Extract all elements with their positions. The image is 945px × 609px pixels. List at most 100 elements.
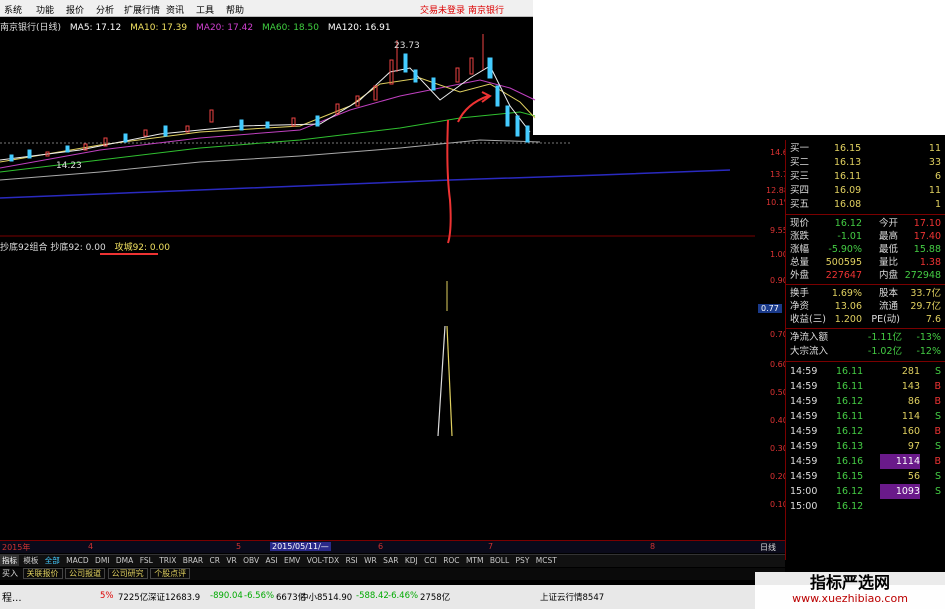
- tab[interactable]: VOL-TDX: [305, 556, 341, 565]
- tab[interactable]: BRAR: [181, 556, 205, 565]
- order-price: 16.15: [834, 143, 862, 154]
- high-label: 23.73: [394, 41, 420, 51]
- tab[interactable]: OBV: [241, 556, 261, 565]
- status-item: 2758亿: [420, 593, 451, 603]
- status-item: 5%: [100, 591, 114, 601]
- tab[interactable]: DMA: [114, 556, 135, 565]
- quote-stats: 现价 16.12 今开 17.10 涨跌 -1.01 最高 17.40 涨幅 -5.90% 最低…: [786, 215, 945, 285]
- tick-row: 14:59 16.15 56 S: [790, 471, 941, 482]
- indicator-tabs: 指标 模板 全部 MACD DMI DMA FSL TRIX BRAR CR V…: [0, 554, 785, 567]
- order-label: 买五: [790, 199, 810, 210]
- tab[interactable]: EMV: [282, 556, 302, 565]
- order-price: 16.09: [834, 185, 862, 196]
- status-item: -6.56%: [244, 591, 275, 601]
- date-label-selected: 2015/05/11/—: [270, 542, 331, 551]
- date-label: 4: [88, 542, 94, 551]
- bottom-tab[interactable]: 公司研究: [107, 568, 148, 579]
- tab[interactable]: BOLL: [488, 556, 511, 565]
- watermark-url: www.xuezhibiao.com: [792, 592, 908, 605]
- tab[interactable]: MCST: [534, 556, 559, 565]
- ticker[interactable]: 上证云行情8547: [540, 591, 604, 603]
- order-label: 买一: [790, 143, 810, 154]
- order-price: 16.08: [834, 199, 862, 210]
- quote-row: 涨幅 -5.90% 最低 15.88: [790, 244, 941, 255]
- date-label: 2015年: [2, 543, 31, 552]
- order-row[interactable]: 买二 16.13 33: [790, 156, 941, 170]
- flow-row: 大宗流入 -1.02亿 -12%: [790, 346, 941, 357]
- order-vol: 33: [928, 157, 941, 168]
- tab[interactable]: VR: [224, 556, 238, 565]
- quote-row: 涨跌 -1.01 最高 17.40: [790, 231, 941, 242]
- status-item: 7225亿: [118, 593, 149, 603]
- tab[interactable]: ASI: [263, 556, 279, 565]
- order-row[interactable]: 买五 16.08 1: [790, 198, 941, 212]
- ind-axis-label-highlight: 0.77: [758, 304, 782, 313]
- bottom-tab[interactable]: 个股点评: [150, 568, 191, 579]
- tab[interactable]: 指标: [0, 555, 19, 566]
- tick-row: 15:00 16.12 1093 S: [790, 484, 941, 499]
- date-label: 6: [378, 542, 384, 551]
- quote-row: 收益(三) 1.200 PE(动) 7.6: [790, 314, 941, 325]
- order-label: 买四: [790, 185, 810, 196]
- tick-row: 14:59 16.13 97 S: [790, 441, 941, 452]
- tab[interactable]: DMI: [93, 556, 111, 565]
- order-vol: 1: [934, 199, 941, 210]
- tick-row: 14:59 16.11 114 S: [790, 411, 941, 422]
- tick-row: 14:59 16.16 1114 B: [790, 454, 941, 469]
- quote-row: 总量 500595 量比 1.38: [790, 257, 941, 268]
- flow-row: 净流入额 -1.11亿 -13%: [790, 332, 941, 343]
- order-vol: 6: [934, 171, 941, 182]
- tab[interactable]: RSI: [344, 556, 360, 565]
- bottom-tab[interactable]: 公司报道: [65, 568, 106, 579]
- status-item: -588.42: [356, 591, 389, 601]
- quote-row: 换手 1.69% 股本 33.7亿: [790, 288, 941, 299]
- tab[interactable]: FSL: [138, 556, 155, 565]
- status-item: 深证12683.9: [148, 593, 201, 603]
- date-label: 8: [650, 542, 656, 551]
- order-row[interactable]: 买三 16.11 6: [790, 170, 941, 184]
- tab[interactable]: CR: [208, 556, 222, 565]
- tick-row: 14:59 16.11 281 S: [790, 366, 941, 377]
- quote-panel: 买一 16.15 11 买二 16.13 33 买三 16.11 6 买四 16.09 11 买…: [785, 140, 945, 560]
- tick-row: 14:59 16.11 143 B: [790, 381, 941, 392]
- indicator-chart[interactable]: [0, 236, 755, 446]
- watermark-title: 指标严选网: [809, 573, 890, 592]
- status-item: 中小8514.90: [300, 593, 353, 603]
- tab[interactable]: TRIX: [157, 556, 178, 565]
- date-label: 7: [488, 542, 494, 551]
- tab[interactable]: SAR: [381, 556, 400, 565]
- quote-row: 净资 13.06 流通 29.7亿: [790, 301, 941, 312]
- bottom-tab[interactable]: 关联报价: [22, 568, 63, 579]
- tab[interactable]: 模板: [21, 555, 40, 566]
- order-vol: 11: [928, 143, 941, 154]
- date-label: 5: [236, 542, 242, 551]
- order-price: 16.11: [834, 171, 862, 182]
- order-row[interactable]: 买一 16.15 11: [790, 142, 941, 156]
- quote-row: 现价 16.12 今开 17.10: [790, 218, 941, 229]
- status-item: -6.46%: [388, 591, 419, 601]
- tick-list[interactable]: 14:59 16.11 281 S 14:59 16.11 143 B 14:59 16.12…: [786, 362, 945, 516]
- tab[interactable]: ROC: [441, 556, 461, 565]
- app-tab[interactable]: 程...: [2, 589, 22, 604]
- order-book: 买一 16.15 11 买二 16.13 33 买三 16.11 6 买四 16.09 11 买…: [786, 140, 945, 215]
- tab[interactable]: PSY: [514, 556, 532, 565]
- fund-flows: 净流入额 -1.11亿 -13% 大宗流入 -1.02亿 -12%: [786, 329, 945, 362]
- tab[interactable]: WR: [362, 556, 379, 565]
- tab[interactable]: MTM: [464, 556, 486, 565]
- low-label: 14.23: [56, 161, 82, 171]
- tick-row: 14:59 16.12 86 B: [790, 396, 941, 407]
- order-row[interactable]: 买四 16.09 11: [790, 184, 941, 198]
- tab[interactable]: MACD: [64, 556, 90, 565]
- tab[interactable]: KDJ: [403, 556, 420, 565]
- tab[interactable]: CCI: [422, 556, 439, 565]
- status-item: -890.04: [210, 591, 243, 601]
- date-axis: 2015年 4 5 2015/05/11/— 6 7 8 日线: [0, 540, 785, 553]
- quote-row: 外盘 227647 内盘 272948: [790, 270, 941, 281]
- bottom-tag[interactable]: 买入: [0, 569, 20, 578]
- tick-row: 14:59 16.12 160 B: [790, 426, 941, 437]
- period-label[interactable]: 日线: [760, 542, 776, 553]
- order-price: 16.13: [834, 157, 862, 168]
- order-label: 买二: [790, 157, 810, 168]
- watermark: 指标严选网 www.xuezhibiao.com: [755, 572, 945, 609]
- tab[interactable]: 全部: [43, 555, 62, 566]
